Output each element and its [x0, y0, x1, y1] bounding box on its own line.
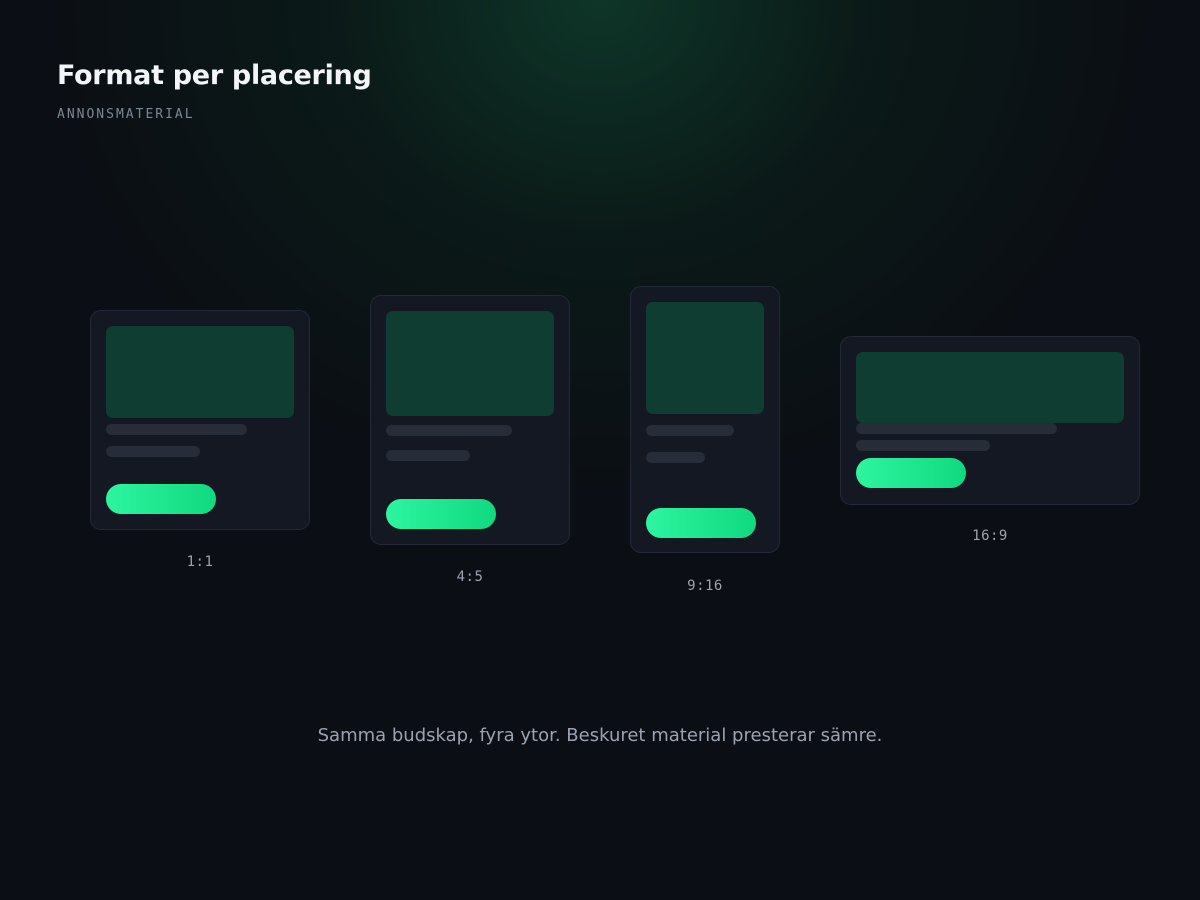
- cta-button-placeholder: [646, 508, 756, 538]
- cta-button-placeholder: [386, 499, 496, 529]
- caption-text: Samma budskap, fyra ytor. Beskuret mater…: [317, 725, 883, 746]
- cta-button-placeholder: [856, 458, 966, 488]
- format-card-square: [90, 310, 310, 530]
- page-subtitle: ANNONSMATERIAL: [57, 107, 195, 122]
- format-ratio-label: 1:1: [186, 554, 214, 570]
- format-card-landscape: [840, 336, 1140, 505]
- headline-placeholder: [106, 424, 247, 435]
- ad-format-slide: Format per placering ANNONSMATERIAL 1:1 …: [0, 0, 1200, 900]
- body-text-placeholder: [106, 446, 200, 457]
- media-placeholder: [106, 326, 294, 418]
- headline-placeholder: [646, 425, 734, 436]
- cta-button-placeholder: [106, 484, 216, 514]
- body-text-placeholder: [646, 452, 705, 463]
- headline-placeholder: [386, 425, 512, 436]
- page-title: Format per placering: [57, 60, 372, 91]
- media-placeholder: [856, 352, 1124, 423]
- format-ratio-label: 4:5: [456, 569, 484, 585]
- format-ratio-label: 16:9: [972, 528, 1008, 544]
- media-placeholder: [386, 311, 554, 416]
- media-placeholder: [646, 302, 764, 414]
- format-card-vertical: [630, 286, 780, 553]
- headline-placeholder: [856, 423, 1057, 434]
- format-ratio-label: 9:16: [687, 578, 723, 594]
- format-card-portrait: [370, 295, 570, 545]
- body-text-placeholder: [856, 440, 990, 451]
- body-text-placeholder: [386, 450, 470, 461]
